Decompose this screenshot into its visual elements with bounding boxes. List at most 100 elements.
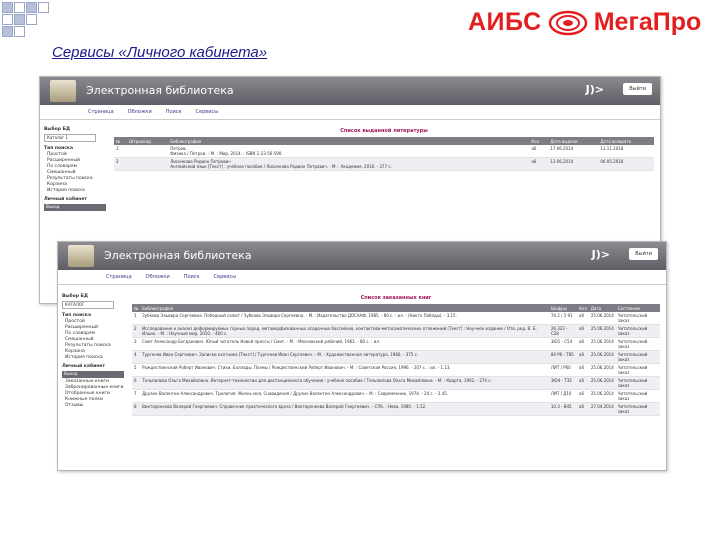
table-row[interactable]: 6 Тельпилова Ольга Михайловна. Интернет-т… — [132, 376, 660, 390]
nav-page[interactable]: Страница — [106, 274, 132, 280]
search-type-item[interactable]: По словарям — [65, 331, 124, 336]
cabinet-logout-bar[interactable]: Выход — [62, 371, 124, 378]
search-type-item[interactable]: Простой — [65, 319, 124, 324]
cabinet-item[interactable]: Отзывы — [65, 403, 124, 408]
search-type-item[interactable]: Результаты поиска — [65, 343, 124, 348]
row-code: ЛИТ / Р60 — [548, 363, 577, 377]
screenshot-orders-list: Электронная библиотека J)> Выйти Страниц… — [57, 241, 667, 471]
search-type-item[interactable]: По словарям — [47, 164, 106, 169]
nav-covers[interactable]: Обложки — [146, 274, 170, 280]
nav-services[interactable]: Сервисы — [214, 274, 237, 280]
search-type-item[interactable]: Смешанный — [47, 170, 106, 175]
row-code — [127, 145, 169, 158]
issued-caption: Список выданной литературы — [340, 128, 428, 134]
row-date: 25.06.2014 — [588, 312, 616, 325]
books-icon — [50, 80, 76, 102]
search-type-item[interactable]: Расширенный — [65, 325, 124, 330]
col-num: № — [132, 304, 141, 312]
search-type-item[interactable]: Результаты поиска — [47, 176, 106, 181]
row-date: 25.06.2014 — [588, 363, 616, 377]
col-biblio: Библиография — [140, 304, 549, 312]
row-qty: a6 — [577, 324, 589, 338]
row-status: Читательский заказ — [615, 312, 660, 325]
row-date: 25.06.2014 — [588, 324, 616, 338]
row-status: Читательский заказ — [615, 402, 660, 416]
books-icon — [68, 245, 94, 267]
row-qty: a6 — [529, 157, 549, 171]
row-code — [127, 157, 169, 171]
search-type-item[interactable]: Простой — [47, 152, 106, 157]
app-title: Электронная библиотека — [104, 249, 252, 262]
cabinet-item[interactable]: Забронированные книги — [65, 385, 124, 390]
nav-search[interactable]: Поиск — [166, 109, 182, 115]
row-code: 10.3 - В45 — [548, 402, 577, 416]
row-qty: a6 — [577, 312, 589, 325]
nav-covers[interactable]: Обложки — [128, 109, 152, 115]
row-qty: a6 — [577, 402, 589, 416]
app-logo-icon: J)> — [591, 248, 610, 261]
table-row[interactable]: 2 Лисичкова Родион Петрович Английский яз… — [114, 157, 654, 171]
table-header-row: № Штрихкод Библиография Кол Дата выдачи … — [114, 137, 654, 145]
row-issued: 13.06.2014 — [548, 157, 599, 171]
table-row[interactable]: 1 Зубкова Эльвира Сергеевна. Победный сал… — [132, 312, 660, 325]
cabinet-item[interactable]: Заказанные книги — [65, 379, 124, 384]
orders-main: Список заказанных книг № Библиография Ши… — [132, 290, 660, 416]
col-code: Штрихкод — [127, 137, 169, 145]
row-status: Читательский заказ — [615, 324, 660, 338]
table-row[interactable]: 8 Викторенкова Валерий Георгиевич. Справо… — [132, 402, 660, 416]
search-type-item[interactable]: История поиска — [47, 188, 106, 193]
search-type-item[interactable]: Расширенный — [47, 158, 106, 163]
table-row[interactable]: 3 Смит Александр Богданович. Юный читател… — [132, 337, 660, 351]
row-date: 27.04.2014 — [588, 402, 616, 416]
row-qty: a6 — [529, 145, 549, 158]
row-date: 25.06.2014 — [588, 337, 616, 351]
nav-services[interactable]: Сервисы — [196, 109, 219, 115]
table-row[interactable]: 4 Тургенев Иван Сергеевич. Записки охотни… — [132, 350, 660, 364]
app-header: Электронная библиотека J)> Выйти — [58, 242, 666, 270]
table-row[interactable]: 2 Исследование и анализ деформируемых гор… — [132, 324, 660, 338]
row-text: Физика / Петров. – М. : Мир, 2014. - ISB… — [170, 151, 282, 156]
col-code: Шифры — [548, 304, 577, 312]
row-num: 8 — [132, 402, 141, 416]
logout-button[interactable]: Выйти — [629, 248, 658, 260]
row-text: Смит Александр Богданович. Юный читатель… — [140, 337, 549, 351]
catalog-select[interactable]: КАТАЛОГ — [62, 301, 114, 309]
nav-search[interactable]: Поиск — [184, 274, 200, 280]
brand-megapro: МегаПро — [593, 8, 702, 36]
col-date: Дата — [588, 304, 616, 312]
table-row[interactable]: 5 Рождественский Роберт Иванович. Стихи. … — [132, 363, 660, 377]
search-type-item[interactable]: Корзина — [65, 349, 124, 354]
row-text: Друзин Валентин Александрович. Трилогия:… — [140, 389, 549, 403]
col-issued: Дата выдачи — [548, 137, 599, 145]
app-logo-icon: J)> — [585, 83, 604, 96]
row-num: 5 — [132, 363, 141, 377]
catalog-select[interactable]: Каталог 1 — [44, 134, 96, 142]
app-header: Электронная библиотека J)> Выйти — [40, 77, 660, 105]
table-row[interactable]: 1 Петров, Физика / Петров. – М. : Мир, 20… — [114, 145, 654, 158]
row-text: Викторенкова Валерий Георгиевич. Справоч… — [140, 402, 549, 416]
search-type-item[interactable]: История поиска — [65, 355, 124, 360]
cabinet-item[interactable]: Отобранные книги — [65, 391, 124, 396]
row-text: Зубкова Эльвира Сергеевна. Победный салю… — [140, 312, 549, 325]
row-status: Читательский заказ — [615, 376, 660, 390]
search-type-item[interactable]: Корзина — [47, 182, 106, 187]
col-biblio: Библиография — [168, 137, 530, 145]
cabinet-logout-bar[interactable]: Выход — [44, 204, 106, 211]
logout-button[interactable]: Выйти — [623, 83, 652, 95]
nav-page[interactable]: Страница — [88, 109, 114, 115]
brand-logo: АИБС МегаПро — [468, 8, 701, 37]
app-title: Электронная библиотека — [86, 84, 234, 97]
row-status: Читательский заказ — [615, 337, 660, 351]
row-biblio: Лисичкова Родион Петрович Английский язык… — [168, 157, 530, 171]
row-code: 3Ю4 - Т35 — [548, 376, 577, 390]
main-nav: Страница Обложки Поиск Сервисы — [40, 105, 660, 120]
cabinet-item[interactable]: Книжные полки — [65, 397, 124, 402]
row-num: 7 — [132, 389, 141, 403]
row-num: 1 — [132, 312, 141, 325]
table-row[interactable]: 7 Друзин Валентин Александрович. Трилогия… — [132, 389, 660, 403]
search-type-item[interactable]: Смешанный — [65, 337, 124, 342]
row-num: 3 — [132, 337, 141, 351]
row-status: Читательский заказ — [615, 350, 660, 364]
row-text: Тельпилова Ольга Михайловна. Интернет-те… — [140, 376, 549, 390]
sidebar: Выбор БД КАТАЛОГ Тип поиска Простой Расш… — [62, 290, 124, 409]
